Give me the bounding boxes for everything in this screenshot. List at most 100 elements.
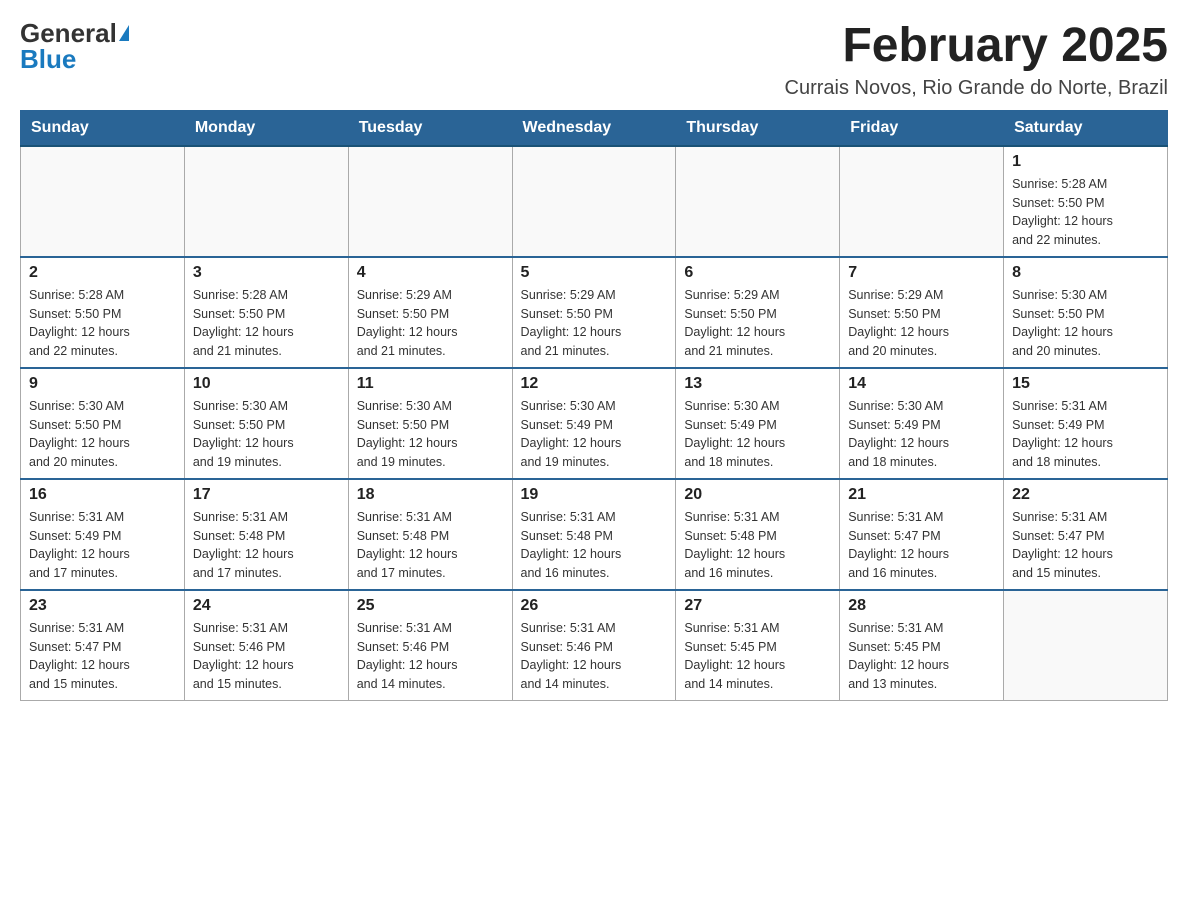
calendar-week-row: 23 Sunrise: 5:31 AMSunset: 5:47 PMDayligh… xyxy=(21,590,1168,701)
day-info: Sunrise: 5:30 AMSunset: 5:50 PMDaylight:… xyxy=(193,397,340,472)
day-info: Sunrise: 5:30 AMSunset: 5:49 PMDaylight:… xyxy=(521,397,668,472)
day-info: Sunrise: 5:31 AMSunset: 5:47 PMDaylight:… xyxy=(848,508,995,583)
day-number: 20 xyxy=(684,486,831,504)
calendar-cell: 4Sunrise: 5:29 AMSunset: 5:50 PMDaylight… xyxy=(348,257,512,368)
day-number: 4 xyxy=(357,264,504,282)
calendar-cell: 8 Sunrise: 5:30 AMSunset: 5:50 PMDaylight… xyxy=(1004,257,1168,368)
calendar-cell xyxy=(184,146,348,257)
day-number: 24 xyxy=(193,597,340,615)
day-info: Sunrise: 5:31 AMSunset: 5:49 PMDaylight:… xyxy=(29,508,176,583)
day-info: Sunrise: 5:30 AMSunset: 5:49 PMDaylight:… xyxy=(848,397,995,472)
day-info: Sunrise: 5:31 AMSunset: 5:46 PMDaylight:… xyxy=(193,619,340,694)
calendar-cell: 15 Sunrise: 5:31 AMSunset: 5:49 PMDayligh… xyxy=(1004,368,1168,479)
day-info: Sunrise: 5:30 AMSunset: 5:50 PMDaylight:… xyxy=(29,397,176,472)
calendar-week-row: 2 Sunrise: 5:28 AMSunset: 5:50 PMDaylight… xyxy=(21,257,1168,368)
calendar-table: SundayMondayTuesdayWednesdayThursdayFrid… xyxy=(20,110,1168,701)
calendar-cell: 18 Sunrise: 5:31 AMSunset: 5:48 PMDayligh… xyxy=(348,479,512,590)
weekday-header-sunday: Sunday xyxy=(21,110,185,146)
logo-blue-text: Blue xyxy=(20,46,76,72)
day-number: 2 xyxy=(29,264,176,282)
logo-triangle-icon xyxy=(119,25,129,41)
calendar-cell: 20 Sunrise: 5:31 AMSunset: 5:48 PMDayligh… xyxy=(676,479,840,590)
day-number: 28 xyxy=(848,597,995,615)
location-text: Currais Novos, Rio Grande do Norte, Braz… xyxy=(785,77,1168,100)
weekday-header-monday: Monday xyxy=(184,110,348,146)
day-number: 12 xyxy=(521,375,668,393)
day-number: 15 xyxy=(1012,375,1159,393)
weekday-header-tuesday: Tuesday xyxy=(348,110,512,146)
day-info: Sunrise: 5:31 AMSunset: 5:49 PMDaylight:… xyxy=(1012,397,1159,472)
day-number: 22 xyxy=(1012,486,1159,504)
calendar-cell: 12 Sunrise: 5:30 AMSunset: 5:49 PMDayligh… xyxy=(512,368,676,479)
day-number: 21 xyxy=(848,486,995,504)
day-number: 7 xyxy=(848,264,995,282)
calendar-week-row: 9Sunrise: 5:30 AMSunset: 5:50 PMDaylight… xyxy=(21,368,1168,479)
day-info: Sunrise: 5:28 AMSunset: 5:50 PMDaylight:… xyxy=(193,286,340,361)
day-number: 6 xyxy=(684,264,831,282)
calendar-header-row: SundayMondayTuesdayWednesdayThursdayFrid… xyxy=(21,110,1168,146)
calendar-cell xyxy=(21,146,185,257)
day-number: 23 xyxy=(29,597,176,615)
calendar-cell xyxy=(1004,590,1168,701)
calendar-cell: 3Sunrise: 5:28 AMSunset: 5:50 PMDaylight… xyxy=(184,257,348,368)
calendar-cell: 21 Sunrise: 5:31 AMSunset: 5:47 PMDayligh… xyxy=(840,479,1004,590)
calendar-cell: 9Sunrise: 5:30 AMSunset: 5:50 PMDaylight… xyxy=(21,368,185,479)
title-block: February 2025 Currais Novos, Rio Grande … xyxy=(785,20,1168,100)
day-info: Sunrise: 5:30 AMSunset: 5:50 PMDaylight:… xyxy=(1012,286,1159,361)
calendar-cell: 14 Sunrise: 5:30 AMSunset: 5:49 PMDayligh… xyxy=(840,368,1004,479)
calendar-cell: 19 Sunrise: 5:31 AMSunset: 5:48 PMDayligh… xyxy=(512,479,676,590)
calendar-week-row: 16 Sunrise: 5:31 AMSunset: 5:49 PMDayligh… xyxy=(21,479,1168,590)
calendar-cell: 28Sunrise: 5:31 AMSunset: 5:45 PMDayligh… xyxy=(840,590,1004,701)
day-info: Sunrise: 5:31 AMSunset: 5:48 PMDaylight:… xyxy=(357,508,504,583)
calendar-cell xyxy=(512,146,676,257)
calendar-cell: 5Sunrise: 5:29 AMSunset: 5:50 PMDaylight… xyxy=(512,257,676,368)
weekday-header-saturday: Saturday xyxy=(1004,110,1168,146)
day-info: Sunrise: 5:31 AMSunset: 5:48 PMDaylight:… xyxy=(684,508,831,583)
calendar-cell: 26 Sunrise: 5:31 AMSunset: 5:46 PMDayligh… xyxy=(512,590,676,701)
day-info: Sunrise: 5:31 AMSunset: 5:45 PMDaylight:… xyxy=(684,619,831,694)
day-number: 5 xyxy=(521,264,668,282)
day-number: 18 xyxy=(357,486,504,504)
day-number: 10 xyxy=(193,375,340,393)
calendar-cell: 22 Sunrise: 5:31 AMSunset: 5:47 PMDayligh… xyxy=(1004,479,1168,590)
logo-general-text: General xyxy=(20,20,117,46)
day-number: 8 xyxy=(1012,264,1159,282)
day-number: 1 xyxy=(1012,153,1159,171)
day-info: Sunrise: 5:31 AMSunset: 5:47 PMDaylight:… xyxy=(29,619,176,694)
day-number: 14 xyxy=(848,375,995,393)
calendar-cell: 11Sunrise: 5:30 AMSunset: 5:50 PMDayligh… xyxy=(348,368,512,479)
calendar-cell: 27Sunrise: 5:31 AMSunset: 5:45 PMDayligh… xyxy=(676,590,840,701)
calendar-cell: 6 Sunrise: 5:29 AMSunset: 5:50 PMDaylight… xyxy=(676,257,840,368)
day-info: Sunrise: 5:28 AMSunset: 5:50 PMDaylight:… xyxy=(1012,175,1159,250)
weekday-header-friday: Friday xyxy=(840,110,1004,146)
calendar-cell: 25 Sunrise: 5:31 AMSunset: 5:46 PMDayligh… xyxy=(348,590,512,701)
day-info: Sunrise: 5:31 AMSunset: 5:47 PMDaylight:… xyxy=(1012,508,1159,583)
day-number: 26 xyxy=(521,597,668,615)
day-number: 25 xyxy=(357,597,504,615)
calendar-cell xyxy=(676,146,840,257)
day-number: 16 xyxy=(29,486,176,504)
calendar-cell: 23 Sunrise: 5:31 AMSunset: 5:47 PMDayligh… xyxy=(21,590,185,701)
calendar-cell: 2 Sunrise: 5:28 AMSunset: 5:50 PMDaylight… xyxy=(21,257,185,368)
day-number: 17 xyxy=(193,486,340,504)
calendar-cell: 24 Sunrise: 5:31 AMSunset: 5:46 PMDayligh… xyxy=(184,590,348,701)
day-info: Sunrise: 5:31 AMSunset: 5:46 PMDaylight:… xyxy=(521,619,668,694)
calendar-cell: 1 Sunrise: 5:28 AMSunset: 5:50 PMDaylight… xyxy=(1004,146,1168,257)
day-info: Sunrise: 5:31 AMSunset: 5:48 PMDaylight:… xyxy=(521,508,668,583)
day-info: Sunrise: 5:31 AMSunset: 5:46 PMDaylight:… xyxy=(357,619,504,694)
day-info: Sunrise: 5:28 AMSunset: 5:50 PMDaylight:… xyxy=(29,286,176,361)
day-info: Sunrise: 5:30 AMSunset: 5:49 PMDaylight:… xyxy=(684,397,831,472)
weekday-header-thursday: Thursday xyxy=(676,110,840,146)
day-number: 11 xyxy=(357,375,504,393)
weekday-header-wednesday: Wednesday xyxy=(512,110,676,146)
day-number: 19 xyxy=(521,486,668,504)
calendar-cell: 16 Sunrise: 5:31 AMSunset: 5:49 PMDayligh… xyxy=(21,479,185,590)
calendar-cell xyxy=(840,146,1004,257)
day-number: 13 xyxy=(684,375,831,393)
logo: General Blue xyxy=(20,20,129,72)
day-info: Sunrise: 5:29 AMSunset: 5:50 PMDaylight:… xyxy=(848,286,995,361)
day-info: Sunrise: 5:29 AMSunset: 5:50 PMDaylight:… xyxy=(684,286,831,361)
calendar-cell xyxy=(348,146,512,257)
calendar-week-row: 1 Sunrise: 5:28 AMSunset: 5:50 PMDaylight… xyxy=(21,146,1168,257)
calendar-cell: 17Sunrise: 5:31 AMSunset: 5:48 PMDayligh… xyxy=(184,479,348,590)
